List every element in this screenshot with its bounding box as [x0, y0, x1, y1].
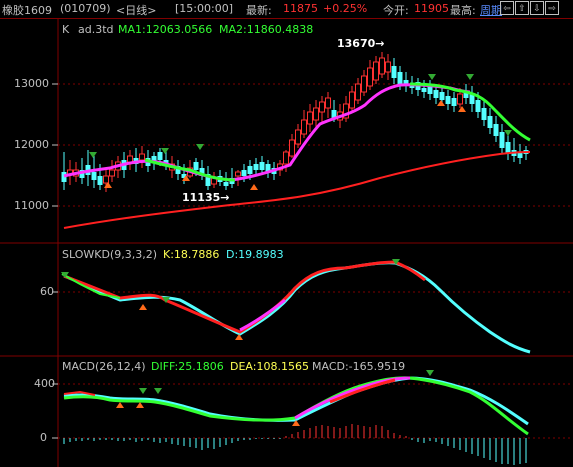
candle-body — [193, 162, 199, 170]
candle-body — [439, 92, 445, 100]
price-tick-11000: 11000 — [14, 199, 49, 212]
candle-body — [361, 75, 367, 93]
macd-tick-400: 400 — [34, 377, 55, 390]
candle-body — [487, 116, 493, 128]
candle-body — [433, 90, 439, 98]
ma2-value: MA2:11860.4838 — [219, 23, 314, 36]
high-annotation: 13670→ — [337, 37, 385, 50]
candle-body — [247, 166, 253, 174]
candle-body — [475, 100, 481, 112]
candle-body — [379, 57, 385, 75]
main-panel-title: K — [62, 23, 70, 36]
candle-body — [391, 66, 397, 78]
macd-tick-0: 0 — [40, 431, 47, 444]
candle-body — [457, 93, 463, 105]
candle-body — [355, 83, 361, 101]
kd-k-value: K:18.7886 — [163, 248, 220, 261]
candle-body — [139, 153, 145, 161]
candle-body — [103, 175, 109, 184]
macd-diff-value: DIFF:25.1806 — [151, 360, 224, 373]
candle-body — [91, 172, 97, 180]
kd-d-line — [63, 261, 531, 354]
candle-body — [127, 155, 133, 163]
candle-body — [253, 164, 259, 170]
candle-body — [295, 129, 301, 145]
candle-body — [301, 119, 307, 135]
candle-body — [421, 88, 427, 92]
candle-body — [259, 162, 265, 170]
kd-panel-title: SLOWKD(9,3,3,2) — [62, 248, 158, 261]
candle-body — [241, 170, 247, 176]
macd-dea-red-segment — [329, 378, 396, 404]
candle-body — [397, 72, 403, 84]
low-annotation: 11135→ — [182, 191, 230, 204]
candle-body — [499, 132, 505, 148]
macd-value: MACD:-165.9519 — [312, 360, 406, 373]
kd-d-value: D:19.8983 — [226, 248, 284, 261]
candle-body — [235, 171, 241, 177]
macd-dea-value: DEA:108.1565 — [230, 360, 309, 373]
candle-body — [319, 101, 325, 113]
price-tick-12000: 12000 — [14, 138, 49, 151]
candle-body — [289, 139, 295, 157]
candle-body — [223, 182, 229, 186]
candle-body — [283, 151, 289, 165]
candle-body — [493, 124, 499, 136]
candle-body — [481, 108, 487, 120]
ma1-value: MA1:12063.0566 — [118, 23, 213, 36]
macd-panel-title: MACD(26,12,4) — [62, 360, 146, 373]
candle-body — [451, 98, 457, 106]
candle-body — [385, 61, 391, 73]
kd-tick-60: 60 — [40, 285, 54, 298]
macd-histogram — [63, 424, 527, 465]
price-tick-13000: 13000 — [14, 77, 49, 90]
candle-body — [157, 152, 163, 160]
candle-body — [367, 67, 373, 87]
candle-body — [325, 97, 331, 109]
candle-body — [97, 176, 103, 185]
candle-body — [307, 111, 313, 125]
candle-body — [109, 169, 115, 177]
candle-body — [349, 91, 355, 109]
main-indicator-name: ad.3td — [78, 23, 114, 36]
kd-k-magenta-segment — [239, 298, 286, 332]
candlestick-series — [61, 52, 529, 192]
chart-canvas[interactable] — [0, 0, 573, 467]
candle-body — [445, 96, 451, 104]
candle-body — [373, 61, 379, 81]
candle-body — [313, 107, 319, 121]
